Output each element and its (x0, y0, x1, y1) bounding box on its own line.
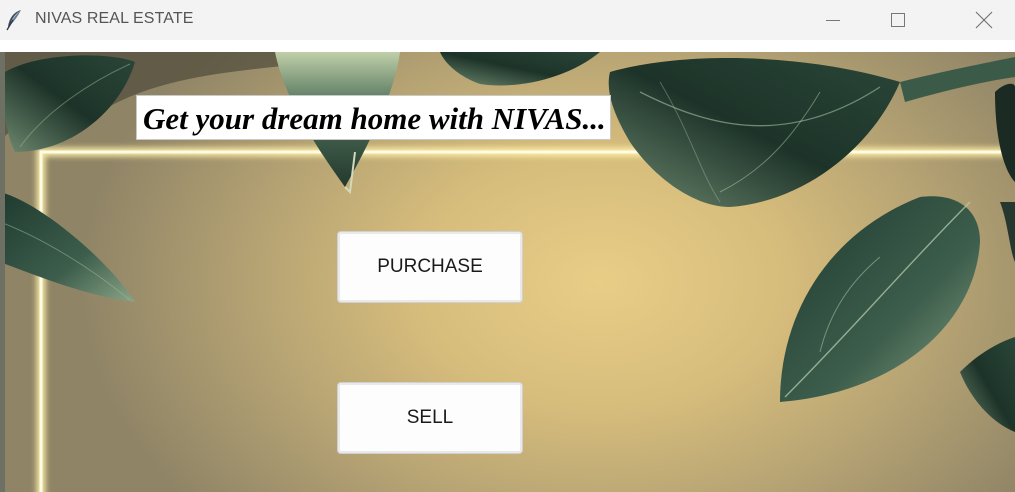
window-title: NIVAS REAL ESTATE (35, 10, 194, 27)
sell-button[interactable]: SELL (337, 382, 523, 454)
purchase-button[interactable]: PURCHASE (337, 231, 523, 303)
title-bar[interactable]: NIVAS REAL ESTATE (0, 0, 1015, 40)
maximize-icon (890, 12, 906, 28)
app-window: NIVAS REAL ESTATE Get your dream home wi… (0, 0, 1015, 492)
headline-label: Get your dream home with NIVAS... (136, 95, 611, 140)
close-icon (975, 11, 993, 29)
window-border (0, 52, 5, 492)
feather-icon (5, 9, 25, 31)
maximize-button[interactable] (870, 0, 925, 40)
minimize-button[interactable] (805, 0, 860, 40)
minimize-icon (825, 12, 841, 28)
main-canvas: Get your dream home with NIVAS... PURCHA… (0, 52, 1015, 492)
close-button[interactable] (956, 0, 1011, 40)
